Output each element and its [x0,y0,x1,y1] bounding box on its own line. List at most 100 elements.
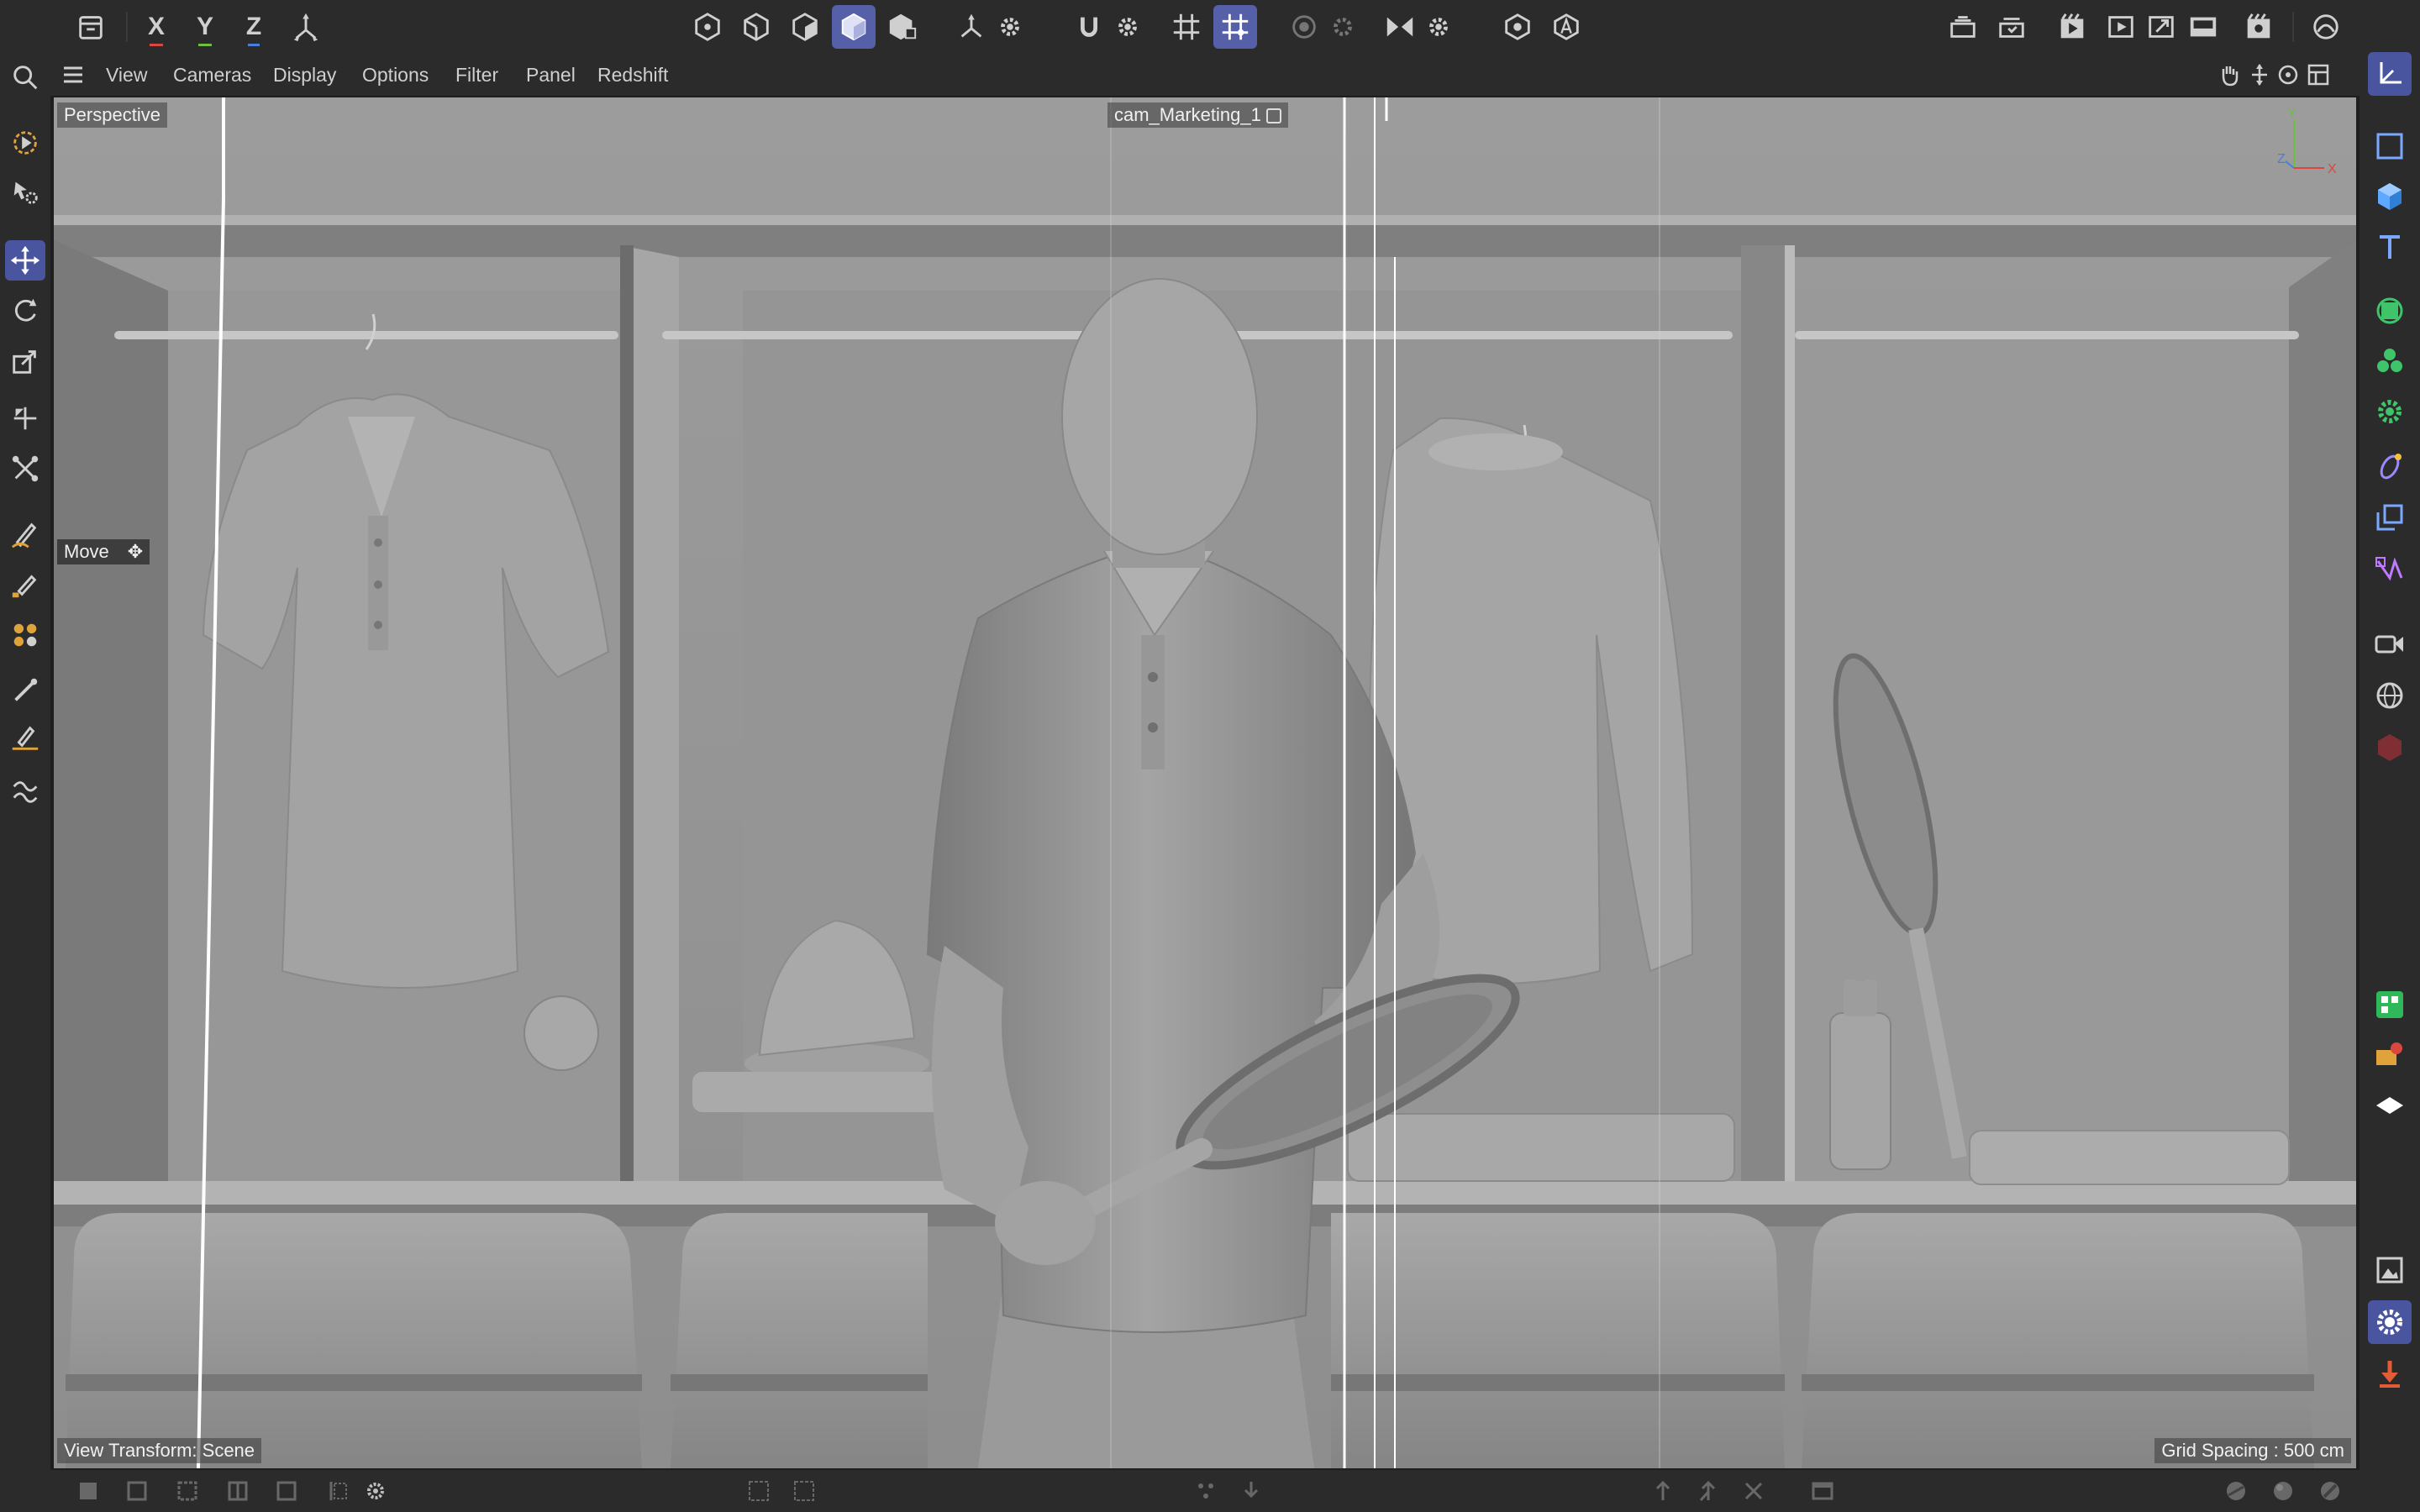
edges-mode-icon[interactable] [734,5,778,49]
symmetry-icon[interactable] [1378,5,1422,49]
tag-tools-icon[interactable] [2368,1033,2412,1077]
axis-modifier-icon[interactable] [950,5,993,49]
3d-viewport[interactable]: Y Z X Perspective cam_Marketing_1 Move ✥ … [54,97,2356,1468]
material-sphere-2-icon[interactable] [2269,1477,2297,1505]
rotate-tool-icon[interactable] [5,291,45,331]
hamburger-menu-icon[interactable] [59,60,87,89]
window-icon[interactable] [1808,1477,1837,1505]
axis-up-icon[interactable] [1649,1477,1677,1505]
cloner-icon[interactable] [2368,339,2412,383]
effector-gear-icon[interactable] [2368,390,2412,433]
render-queue-icon[interactable] [1941,5,1985,49]
volume-icon[interactable] [2368,548,2412,591]
coordinate-system-icon[interactable] [284,5,328,49]
axis-split-icon[interactable] [1694,1477,1723,1505]
snap-magnet-icon[interactable] [1067,5,1111,49]
auto-key-icon[interactable] [1544,5,1588,49]
points-dots-icon[interactable] [1192,1477,1220,1505]
lock-x-axis-button[interactable]: X [134,5,178,49]
menu-options[interactable]: Options [362,64,429,87]
model-mode-icon[interactable] [832,5,876,49]
scale-tool-icon[interactable] [5,341,45,381]
texture-mode-icon[interactable] [881,5,924,49]
maximize-viewport-icon[interactable] [2304,60,2333,89]
menu-display[interactable]: Display [273,64,336,87]
key-scale-icon[interactable] [224,1477,252,1505]
axis-settings-gear-icon[interactable] [988,5,1032,49]
menu-view[interactable]: View [106,64,147,87]
viewport-menubar: View Cameras Display Options Filter Pane… [50,54,2360,96]
picture-manager-icon[interactable] [2368,1248,2412,1292]
lock-z-axis-button[interactable]: Z [232,5,276,49]
brush-icon[interactable] [5,670,45,711]
snap-grid-icon[interactable] [790,1477,818,1505]
spline-arc-icon[interactable] [5,717,45,758]
rv-icon[interactable] [2181,5,2225,49]
environment-globe-icon[interactable] [2368,674,2412,717]
move-tool-icon[interactable] [5,240,45,281]
key-pla-icon[interactable] [323,1477,351,1505]
subdivision-generator-icon[interactable] [2368,289,2412,333]
render-region-icon[interactable] [1990,5,2033,49]
gizmo-x-label: X [2328,162,2337,176]
key-rotation-icon[interactable] [173,1477,202,1505]
field-icon[interactable] [2368,496,2412,539]
timeline-settings-gear-icon[interactable] [361,1477,390,1505]
deformer-icon[interactable] [2368,445,2412,489]
coordinates-icon[interactable] [2368,52,2412,96]
top-toolbar: X Y Z [0,0,2420,54]
solo-settings-gear-icon[interactable] [1321,5,1365,49]
mograph-tools-icon[interactable] [2368,983,2412,1026]
redshift-object-icon[interactable] [2368,726,2412,769]
live-selection-icon[interactable] [5,123,45,163]
layout-icon[interactable] [2304,5,2348,49]
spline-sketch-icon[interactable] [5,564,45,605]
transfer-tool-icon[interactable] [5,398,45,438]
render-viewer-icon[interactable] [2099,5,2143,49]
selection-tools-icon[interactable] [5,171,45,212]
key-position-icon[interactable] [123,1477,151,1505]
polygons-mode-icon[interactable] [783,5,827,49]
symmetry-settings-gear-icon[interactable] [1417,5,1460,49]
snap-settings-gear-icon[interactable] [1106,5,1150,49]
camera-name-label[interactable]: cam_Marketing_1 [1107,102,1288,128]
floor-object-icon[interactable] [2368,1084,2412,1127]
points-mode-icon[interactable] [686,5,729,49]
material-sphere-3-icon[interactable] [2316,1477,2344,1505]
pan-hand-icon[interactable] [2215,60,2244,89]
search-icon[interactable] [5,57,45,97]
download-arrow-icon[interactable] [2368,1352,2412,1396]
grid-snap-icon[interactable] [1213,5,1257,49]
orbit-icon[interactable] [2274,60,2302,89]
sketch-icon[interactable] [5,771,45,811]
record-icon[interactable] [74,1477,103,1505]
lock-y-axis-button[interactable]: Y [183,5,227,49]
cube-object-icon[interactable] [2368,175,2412,218]
spline-smooth-icon[interactable] [5,615,45,655]
menu-redshift[interactable]: Redshift [597,64,668,87]
history-icon[interactable] [69,5,113,49]
spline-object-icon[interactable] [2368,124,2412,168]
camera-object-icon[interactable] [2368,622,2412,665]
workplane-grid-icon[interactable] [1165,5,1208,49]
dolly-icon[interactable] [2245,60,2274,89]
key-param-icon[interactable] [272,1477,301,1505]
menu-cameras[interactable]: Cameras [173,64,251,87]
lod-icon[interactable] [1496,5,1539,49]
menu-panel[interactable]: Panel [526,64,576,87]
material-sphere-1-icon[interactable] [2222,1477,2250,1505]
snap-frame-icon[interactable] [744,1477,773,1505]
picture-viewer-icon[interactable] [2139,5,2183,49]
render-settings-icon[interactable] [2237,5,2281,49]
render-settings-gear-icon[interactable] [2368,1300,2412,1344]
render-view-icon[interactable] [2050,5,2094,49]
import-arrow-icon[interactable] [1237,1477,1265,1505]
spline-pen-icon[interactable] [5,514,45,554]
camera-name-text: cam_Marketing_1 [1114,104,1261,125]
viewport-solo-icon[interactable] [1282,5,1326,49]
soft-selection-icon[interactable] [5,449,45,489]
axis-xform-icon[interactable] [1739,1477,1768,1505]
gizmo-z-label: Z [2277,152,2286,166]
menu-filter[interactable]: Filter [455,64,498,87]
text-object-icon[interactable] [2368,225,2412,269]
